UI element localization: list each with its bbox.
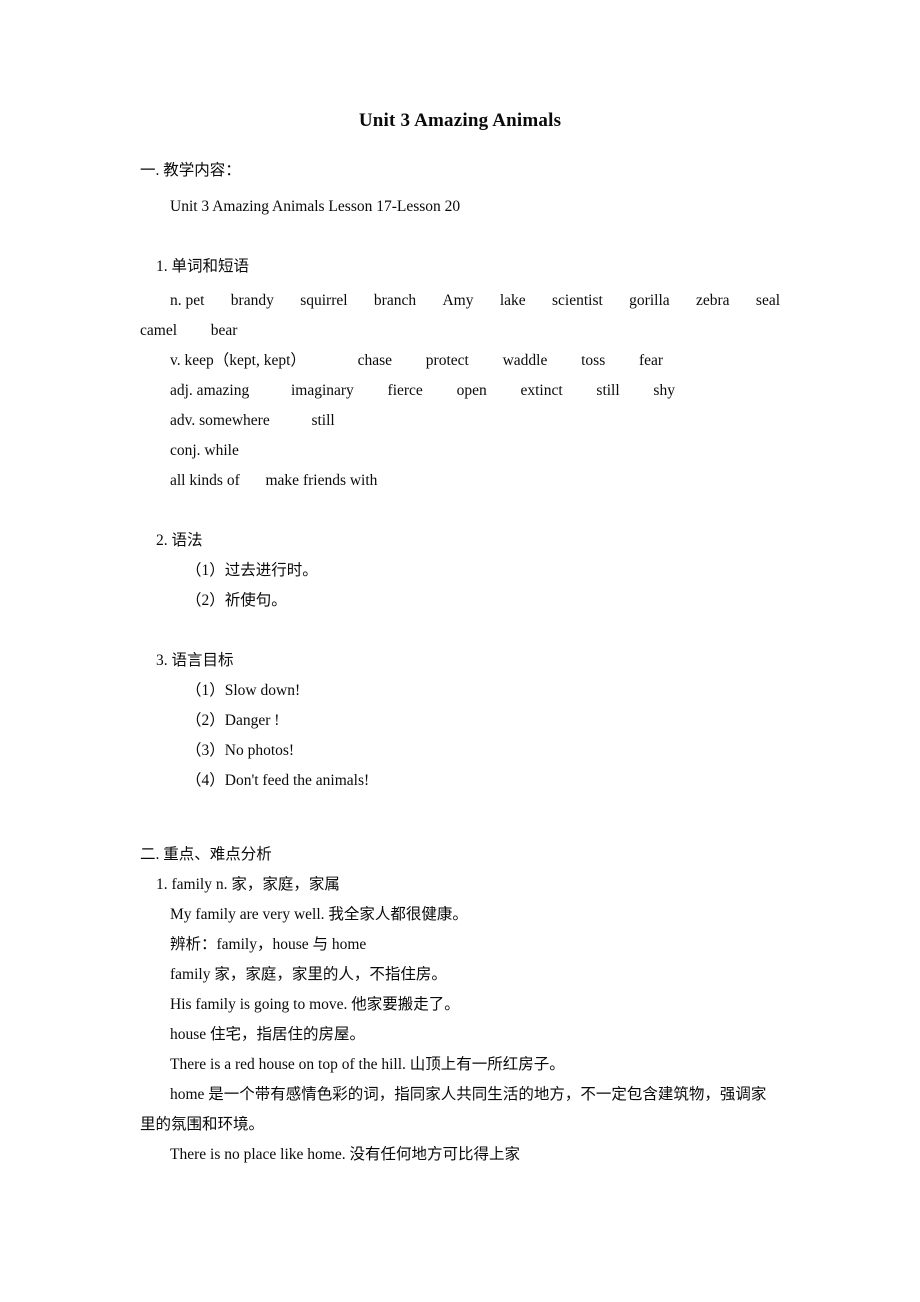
vocab-word: chase [357,352,393,369]
vocab-word: lake [499,292,526,309]
section-two-heading: 二. 重点、难点分析 [140,846,272,863]
vocab-word: scientist [552,292,603,309]
vocab-pos-noun: n. pet [170,292,205,309]
vocab-word: Amy [442,292,474,309]
document-page: Unit 3 Amazing Animals 一. 教学内容： Unit 3 A… [0,0,920,1302]
vocab-word: gorilla [629,292,670,309]
entry-1-number: 1. [156,876,168,893]
vocab-row-verbs: v. keep（kept, kept） chase protect waddle… [140,346,780,376]
vocab-word: branch [373,292,417,309]
vocab-row-phrases: all kinds of make friends with [140,466,780,496]
subsection-2-label: 语法 [171,532,203,549]
objective-item: （1）Slow down! [186,682,301,699]
entry-1-example-1: My family are very well. 我全家人都很健康。 [170,906,468,923]
subsection-3-heading: 3. 语言目标 [140,646,780,676]
page-title: Unit 3 Amazing Animals [358,110,562,131]
vocab-row-adverbs: adv. somewhere still [140,406,780,436]
grammar-item: （2）祈使句。 [186,592,287,609]
entry-1-home-definition: home 是一个带有感情色彩的词，指同家人共同生活的地方，不一定包含建筑物，强调… [140,1086,767,1133]
vocab-word: zebra [696,292,730,309]
entry-1-compare-label: 辨析：family，house 与 home [170,936,367,953]
objective-item: （4）Don't feed the animals! [186,772,370,789]
vocab-word: still [596,382,620,399]
vocab-word: extinct [520,382,563,399]
entry-1-home-example: There is no place like home. 没有任何地方可比得上家 [170,1146,520,1163]
vocab-word: waddle [502,352,548,369]
vocab-word: protect [425,352,469,369]
subsection-3-number: 3. [156,652,168,669]
vocab-row-nouns: n. pet brandy squirrel branch Amy lake s… [140,286,780,316]
objective-item: （3）No photos! [186,742,295,759]
vocab-word: open [456,382,487,399]
vocab-word: toss [581,352,606,369]
vocab-word: bear [210,322,238,339]
entry-1-house-example: There is a red house on top of the hill.… [170,1056,565,1073]
vocab-pos-verb: v. keep（kept, kept） [170,352,306,369]
vocab-word: shy [653,382,675,399]
subsection-1-label: 单词和短语 [171,258,250,275]
vocab-word: fear [638,352,664,369]
vocab-word: seal [755,292,781,309]
entry-1-term: family n. 家，家庭，家属 [171,876,340,893]
vocab-phrase: all kinds of [170,472,240,489]
vocab-row-adjectives: adj. amazing imaginary fierce open extin… [140,376,780,406]
subsection-2-number: 2. [156,532,168,549]
entry-1-house-definition: house 住宅，指居住的房屋。 [170,1026,366,1043]
vocab-pos-adverb: adv. somewhere [170,412,270,429]
entry-1-family-example: His family is going to move. 他家要搬走了。 [170,996,460,1013]
entry-1-headword: 1. family n. 家，家庭，家属 [140,870,780,900]
vocab-word: still [311,412,335,429]
vocab-word: squirrel [300,292,348,309]
vocab-word: imaginary [290,382,354,399]
vocab-word: brandy [230,292,274,309]
vocab-phrase: make friends with [265,472,378,489]
vocab-pos-adjective: adj. amazing [170,382,250,399]
vocab-word: fierce [387,382,423,399]
grammar-item: （1）过去进行时。 [186,562,318,579]
document-content: Unit 3 Amazing Animals 一. 教学内容： Unit 3 A… [140,0,780,1170]
vocab-row-nouns-continued: camel bear [140,316,780,346]
entry-1-family-definition: family 家，家庭，家里的人，不指住房。 [170,966,447,983]
subsection-1-heading: 1. 单词和短语 [140,252,780,282]
subsection-2-heading: 2. 语法 [140,526,780,556]
section-one-scope: Unit 3 Amazing Animals Lesson 17-Lesson … [170,198,461,215]
subsection-3-label: 语言目标 [171,652,234,669]
vocab-row-conjunction: conj. while [170,442,239,459]
subsection-1-number: 1. [156,258,168,275]
section-one-heading: 一. 教学内容： [140,162,241,179]
objective-item: （2）Danger ! [186,712,280,729]
vocab-word: camel [140,322,178,339]
